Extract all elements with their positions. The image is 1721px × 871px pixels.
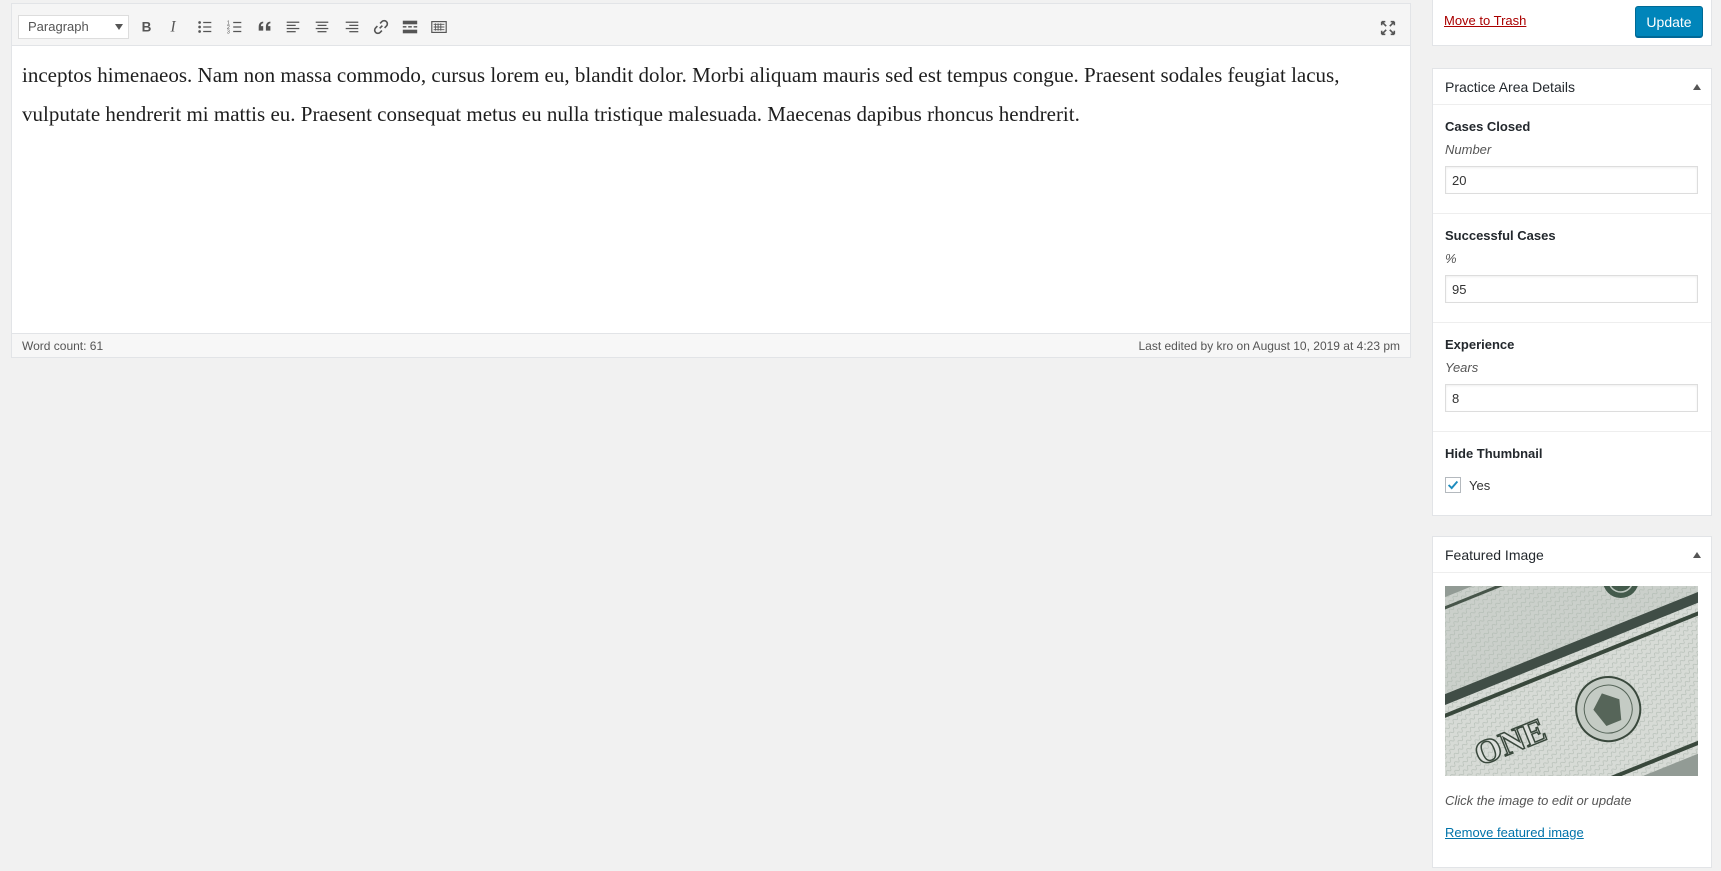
content-line: vulputate hendrerit mi mattis eu. Praese… [22,102,1080,126]
format-select[interactable]: Paragraph [18,15,129,39]
experience-field: Experience Years [1433,323,1711,432]
content-editor: Paragraph B I 123 inceptos himenaeos. Na… [11,3,1411,358]
successful-cases-input[interactable] [1445,275,1698,303]
italic-icon: I [170,19,177,36]
field-hint: Years [1445,360,1479,375]
editor-content[interactable]: inceptos himenaeos. Nam non massa commod… [12,46,1410,336]
insert-link-button[interactable] [368,15,394,39]
cases-closed-input[interactable] [1445,166,1698,194]
align-left-button[interactable] [280,15,306,39]
field-label: Cases Closed [1445,119,1531,134]
featured-image-panel: Featured Image ONE Click the image to ed… [1432,536,1712,868]
svg-text:I: I [170,19,177,36]
format-select-value: Paragraph [28,19,89,34]
practice-area-details-panel: Practice Area Details Cases Closed Numbe… [1432,68,1712,516]
experience-input[interactable] [1445,384,1698,412]
hide-thumbnail-field: Hide Thumbnail Yes [1433,432,1711,516]
move-to-trash-link[interactable]: Move to Trash [1444,13,1526,28]
align-left-icon [286,21,300,33]
fullscreen-button[interactable] [1377,17,1399,39]
cases-closed-field: Cases Closed Number [1433,105,1711,214]
field-label: Experience [1445,337,1515,352]
toolbar-toggle-icon [431,21,447,33]
bulleted-list-button[interactable] [192,15,218,39]
featured-image[interactable]: ONE [1445,586,1698,776]
collapse-arrow-icon[interactable] [1693,552,1701,558]
panel-header[interactable]: Practice Area Details [1433,69,1711,105]
chevron-down-icon [115,24,123,30]
align-right-icon [345,21,359,33]
featured-image-hint: Click the image to edit or update [1445,793,1632,808]
align-right-button[interactable] [339,15,365,39]
blockquote-icon [258,21,271,31]
align-center-icon [315,21,329,33]
svg-text:3: 3 [227,29,230,35]
read-more-button[interactable] [397,15,423,39]
successful-cases-field: Successful Cases % [1433,214,1711,323]
read-more-icon [402,20,418,34]
field-label: Hide Thumbnail [1445,446,1543,461]
content-line: inceptos himenaeos. Nam non massa commod… [22,63,1340,87]
remove-featured-image-link[interactable]: Remove featured image [1445,825,1584,840]
field-label: Successful Cases [1445,228,1556,243]
panel-title: Practice Area Details [1445,79,1575,95]
svg-text:B: B [142,20,152,35]
align-center-button[interactable] [309,15,335,39]
editor-toolbar: Paragraph B I 123 [12,4,1410,46]
field-hint: Number [1445,142,1492,157]
checkbox-label: Yes [1469,478,1491,493]
editor-statusbar: Word count: 61 Last edited by kro on Aug… [12,333,1410,357]
numbered-list-icon: 123 [227,20,242,35]
toolbar-toggle-button[interactable] [426,15,452,39]
hide-thumbnail-checkbox[interactable] [1445,477,1461,493]
panel-title: Featured Image [1445,547,1544,563]
bulleted-list-icon [198,21,212,33]
fullscreen-icon [1380,20,1396,36]
checkmark-icon [1447,480,1459,490]
italic-button[interactable]: I [162,15,188,39]
publish-panel: Move to Trash Update [1432,0,1712,46]
last-edited-info: Last edited by kro on August 10, 2019 at… [1138,339,1400,353]
blockquote-button[interactable] [252,15,278,39]
update-button[interactable]: Update [1635,6,1703,37]
word-count: Word count: 61 [22,339,104,353]
field-hint: % [1445,251,1457,266]
bold-icon: B [142,20,152,35]
link-icon [373,19,389,35]
panel-header[interactable]: Featured Image [1433,537,1711,573]
bold-button[interactable]: B [134,15,160,39]
numbered-list-button[interactable]: 123 [222,15,248,39]
collapse-arrow-icon[interactable] [1693,84,1701,90]
